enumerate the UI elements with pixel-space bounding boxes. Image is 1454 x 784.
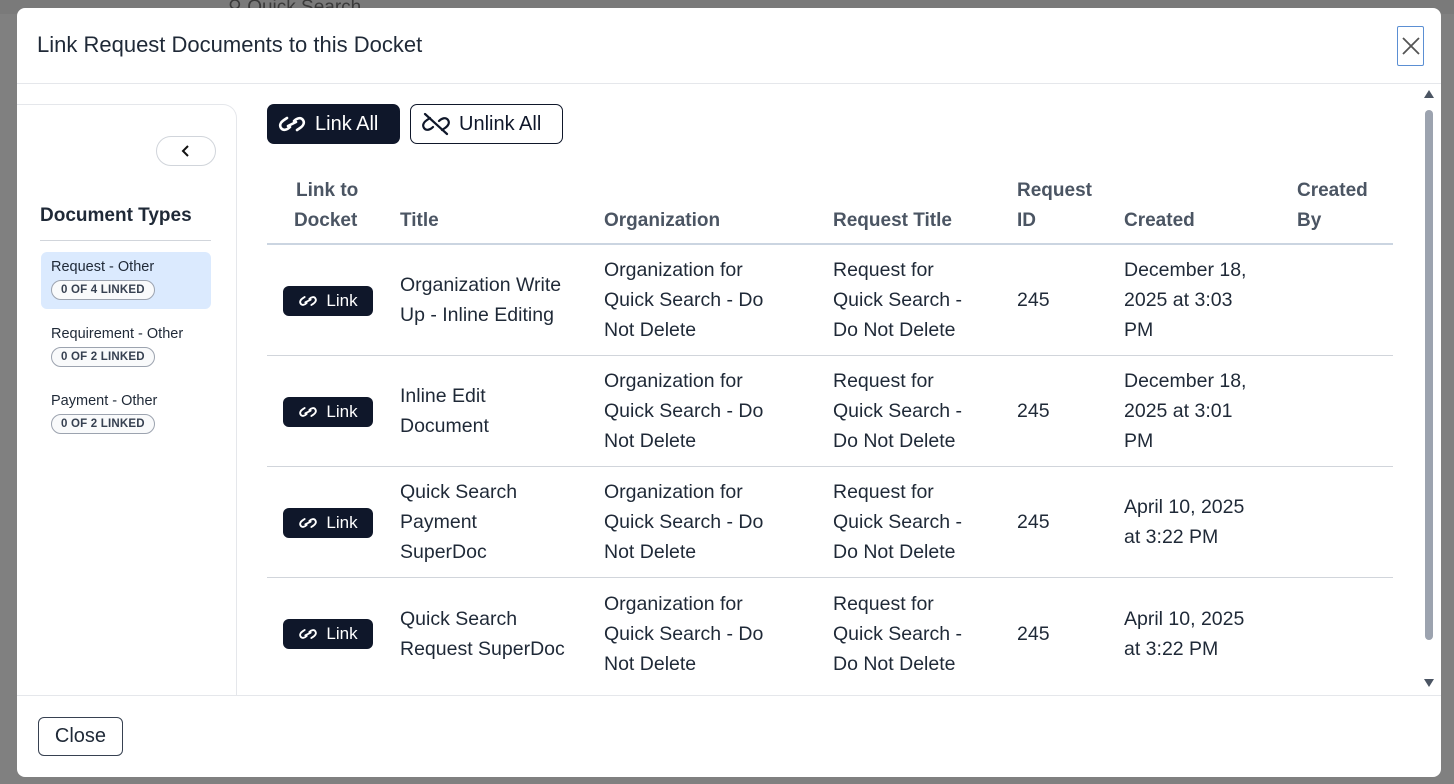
cell-title: Organization Write Up - Inline Editing [400,274,562,326]
cell-organization: Organization for Quick Search - Do Not Del… [604,592,764,675]
link-all-button[interactable]: Link All [267,104,400,144]
link-documents-modal: Link Request Documents to this Docket Do… [17,8,1441,777]
table-row: Link Quick Search Request SuperDoc Organiza… [267,578,1393,689]
document-types-heading: Document Types [40,205,192,226]
column-header-organization: Organization [604,210,721,231]
column-header-title: Title [400,210,439,231]
link-all-label: Link All [315,112,379,135]
cell-request-id: 245 [1017,622,1050,645]
table-header: Link to Docket Title Organization Reques… [267,170,1393,245]
link-icon [299,296,318,306]
modal-footer: Close [17,695,1441,777]
scroll-down-arrow-icon[interactable] [1424,679,1434,687]
cell-created: April 10, 2025 at 3:22 PM [1124,607,1245,660]
column-header-link-to-docket: Link to Docket [293,180,359,231]
cell-organization: Organization for Quick Search - Do Not Del… [604,259,764,341]
cell-organization: Organization for Quick Search - Do Not Del… [604,370,764,452]
cell-request-id: 245 [1017,400,1050,422]
cell-created: April 10, 2025 at 3:22 PM [1124,496,1245,548]
close-button[interactable]: Close [38,717,123,756]
table-body: Link Organization Write Up - Inline Editin… [267,245,1393,689]
cell-title: Quick Search Payment SuperDoc [400,481,518,563]
link-label: Link [326,402,358,421]
link-label: Link [326,291,358,310]
close-modal-button[interactable] [1397,26,1424,66]
table-row: Link Inline Edit Document Organization for Q… [267,356,1393,467]
unlink-all-button[interactable]: Unlink All [410,104,563,144]
document-type-requirement-other[interactable]: Requirement - Other 0 OF 2 LINKED [41,319,211,376]
link-icon [299,407,318,417]
modal-header: Link Request Documents to this Docket [17,8,1441,84]
link-label: Link [326,624,358,643]
link-document-button[interactable]: Link [283,508,373,538]
cell-created: December 18, 2025 at 3:01 PM [1124,370,1247,452]
table-row: Link Organization Write Up - Inline Editin… [267,245,1393,356]
linked-count-badge: 0 OF 2 LINKED [51,347,155,367]
table-row: Link Quick Search Payment SuperDoc Organizat… [267,467,1393,578]
cell-request-title: Request for Quick Search - Do Not Delete [833,259,962,341]
cell-request-id: 245 [1017,511,1050,533]
cell-request-id: 245 [1017,289,1050,311]
document-type-label: Request - Other [51,259,155,275]
documents-table: Link to Docket Title Organization Reques… [267,170,1393,689]
linked-count-badge: 0 OF 2 LINKED [51,414,155,434]
document-type-label: Payment - Other [51,393,158,409]
document-type-request-other[interactable]: Request - Other 0 OF 4 LINKED [41,252,211,309]
column-header-created-by: Created By [1297,180,1368,231]
cell-title: Quick Search Request SuperDoc [400,607,565,660]
divider [40,240,211,241]
chevron-left-icon [181,145,189,157]
cell-request-title: Request for Quick Search - Do Not Delete [833,592,962,675]
close-icon [1401,37,1420,55]
cell-created: December 18, 2025 at 3:03 PM [1124,259,1247,341]
link-document-button[interactable]: Link [283,286,373,316]
link-icon [299,629,318,639]
link-icon [278,116,306,132]
document-type-payment-other[interactable]: Payment - Other 0 OF 2 LINKED [41,386,211,443]
cell-title: Inline Edit Document [400,385,489,437]
link-document-button[interactable]: Link [283,619,373,649]
column-header-request-title: Request Title [833,210,952,231]
document-types-sidebar: Document Types Request - Other 0 OF 4 LI… [17,104,237,695]
modal-scrollbar[interactable] [1422,88,1436,693]
collapse-sidebar-button[interactable] [156,136,216,166]
link-icon [299,518,318,528]
cell-request-title: Request for Quick Search - Do Not Delete [833,481,962,563]
modal-title: Link Request Documents to this Docket [37,32,423,57]
unlink-all-label: Unlink All [459,112,542,135]
unlink-icon [422,112,450,136]
link-document-button[interactable]: Link [283,397,373,427]
cell-request-title: Request for Quick Search - Do Not Delete [833,370,962,452]
link-label: Link [326,513,358,532]
cell-organization: Organization for Quick Search - Do Not Del… [604,481,764,563]
scrollbar-thumb[interactable] [1425,110,1433,640]
column-header-created: Created [1124,210,1195,231]
column-header-request-id: Request ID [1017,180,1092,231]
scroll-up-arrow-icon[interactable] [1424,90,1434,98]
linked-count-badge: 0 OF 4 LINKED [51,280,155,300]
document-type-label: Requirement - Other [51,326,184,342]
